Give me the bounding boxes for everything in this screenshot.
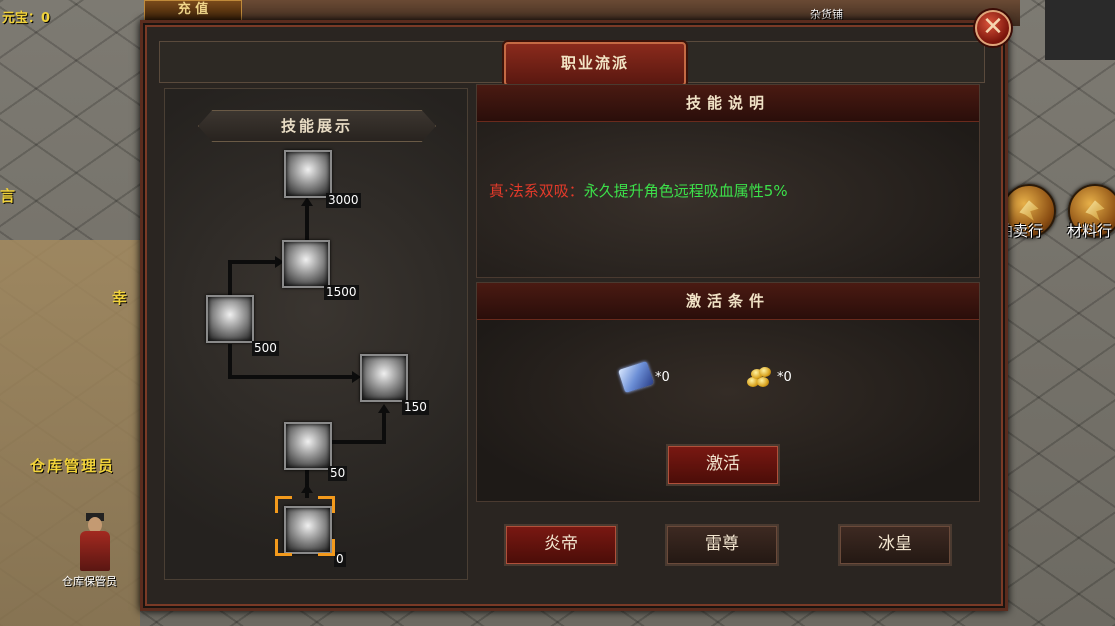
- skill-cost-label: 1500: [324, 285, 359, 300]
- connector: [305, 468, 309, 498]
- skill-cost-label: 50: [328, 466, 348, 481]
- partial-npc-name: 言: [0, 187, 16, 205]
- activation-header: 激活条件: [477, 283, 979, 320]
- connector: [305, 205, 309, 240]
- tab-yandi[interactable]: 炎帝: [504, 524, 618, 566]
- npc-name: 仓库保管员: [62, 575, 117, 588]
- skill-description-panel: 技能说明 真·法系双吸：永久提升角色远程吸血属性5%: [476, 84, 980, 278]
- tab-binghuang[interactable]: 冰皇: [838, 524, 952, 566]
- connector: [228, 375, 354, 379]
- panel-title-bar: 职业流派: [159, 41, 985, 86]
- arrow-up-icon: [378, 404, 390, 413]
- skill-name: 真·法系双吸：: [489, 182, 584, 200]
- currency-label: 元宝：: [2, 11, 42, 26]
- required-item-scroll[interactable]: *0: [618, 360, 670, 394]
- recharge-button[interactable]: 充 值: [144, 0, 242, 22]
- gold-coins-icon: [745, 365, 773, 389]
- description-text: 真·法系双吸：永久提升角色远程吸血属性5%: [489, 180, 788, 201]
- connector: [228, 260, 276, 264]
- description-header: 技能说明: [477, 85, 979, 122]
- skill-cost-label: 150: [402, 400, 429, 415]
- arrow-up-icon: [301, 484, 313, 493]
- material-icon: [1085, 200, 1105, 221]
- connector: [228, 344, 232, 378]
- connector: [382, 412, 386, 444]
- scroll-icon: [618, 360, 654, 394]
- skill-cost-label: 0: [334, 552, 346, 567]
- skill-node-lower[interactable]: [284, 422, 332, 470]
- skill-node-left[interactable]: [206, 295, 254, 343]
- tab-leizun[interactable]: 雷尊: [665, 524, 779, 566]
- currency-display: 元宝：0: [2, 7, 50, 26]
- connector: [228, 260, 232, 296]
- item-count: *0: [655, 369, 670, 385]
- close-button[interactable]: ✕: [975, 10, 1011, 46]
- auction-icon: [1019, 200, 1039, 221]
- selection-frame: [275, 496, 335, 556]
- skill-tree-header: 技能展示: [198, 110, 436, 142]
- skill-cost-label: 3000: [326, 193, 361, 208]
- connector: [330, 440, 385, 444]
- arrow-up-icon: [301, 197, 313, 206]
- activate-button[interactable]: 激活: [666, 444, 780, 486]
- skill-effect: 永久提升角色远程吸血属性5%: [583, 182, 788, 200]
- warehouse-keeper-npc[interactable]: [70, 513, 120, 575]
- currency-value: 0: [41, 11, 51, 26]
- skill-node-top[interactable]: [284, 150, 332, 198]
- item-count: *0: [777, 369, 792, 385]
- skill-node-upper-right[interactable]: [282, 240, 330, 288]
- partial-npc-name-2: 幸: [112, 289, 128, 307]
- skill-node-mid-right[interactable]: [360, 354, 408, 402]
- skill-cost-label: 500: [252, 341, 279, 356]
- npc-overhead-name: 仓库管理员: [30, 457, 116, 475]
- scene-shadow: [1045, 0, 1115, 60]
- panel-title: 职业流派: [504, 42, 686, 86]
- required-item-gold[interactable]: *0: [745, 365, 792, 389]
- material-label: 材料行: [1067, 222, 1113, 240]
